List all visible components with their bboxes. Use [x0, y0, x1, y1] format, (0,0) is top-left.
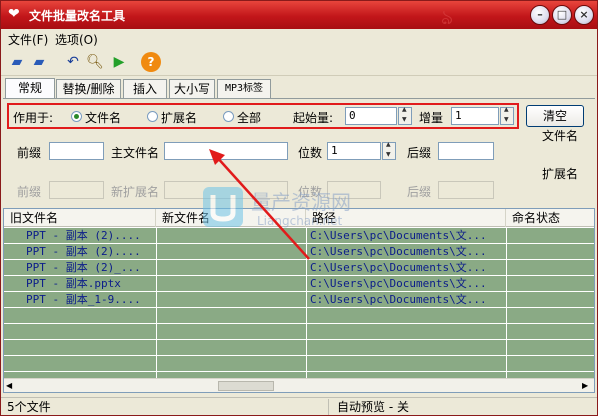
title-bar[interactable]: ❤ 文件批量改名工具 ঌ – □ × — [1, 1, 597, 29]
radio-extension[interactable] — [147, 111, 158, 122]
table-cell-path: C:\Users\pc\Documents\文... — [310, 229, 487, 242]
col-status[interactable]: 命名状态 — [506, 209, 594, 227]
tab-replace-delete[interactable]: 替换/删除 — [56, 79, 121, 99]
app-window: ❤ 文件批量改名工具 ঌ – □ × 文件(F) 选项(O) ▰ ▰ ↶ 🔍︎ … — [0, 0, 598, 416]
digits-input[interactable]: 1 — [327, 142, 381, 160]
step-label: 增量 — [419, 111, 444, 125]
table-cell-old: PPT - 副本 (2).... — [26, 245, 141, 258]
suffix-input[interactable] — [438, 142, 494, 160]
annotation-arrow — [209, 149, 310, 260]
table-row[interactable] — [4, 340, 594, 356]
table-cell-old: PPT - 副本 (2).... — [26, 229, 141, 242]
tab-strip: 常规 替换/删除 插入 大小写 MP3标签 — [1, 78, 597, 99]
undo-icon[interactable]: ↶ — [63, 52, 83, 72]
maximize-button[interactable]: □ — [552, 5, 572, 25]
open-files-icon[interactable]: ▰ — [29, 52, 49, 72]
toolbar: ▰ ▰ ↶ 🔍︎ ▶ ? — [1, 48, 597, 76]
table-cell-old: PPT - 副本_1-9.... — [26, 293, 141, 306]
radio-extension-label[interactable]: 扩展名 — [161, 109, 197, 126]
table-cell-path: C:\Users\pc\Documents\文... — [310, 293, 487, 306]
ext-prefix-label: 前缀 — [17, 185, 42, 199]
close-button[interactable]: × — [574, 5, 594, 25]
table-row[interactable]: PPT - 副本_1-9.... C:\Users\pc\Documents\文.… — [4, 292, 594, 308]
table-cell-path: C:\Users\pc\Documents\文... — [310, 245, 487, 258]
start-value-input[interactable]: 0 — [345, 107, 397, 125]
tab-mp3-tags[interactable]: MP3标签 — [217, 79, 271, 99]
menu-file[interactable]: 文件(F) — [8, 31, 48, 48]
start-value-label: 起始量: — [293, 111, 334, 125]
radio-all[interactable] — [223, 111, 234, 122]
minimize-button[interactable]: – — [530, 5, 550, 25]
run-icon[interactable]: ▶ — [109, 52, 129, 72]
new-ext-label: 新扩展名 — [111, 185, 160, 199]
clear-button[interactable]: 清空 — [526, 105, 584, 127]
prefix-input[interactable] — [49, 142, 104, 160]
table-row[interactable] — [4, 324, 594, 340]
search-icon[interactable]: 🔍︎ — [85, 52, 105, 72]
tab-general[interactable]: 常规 — [5, 78, 55, 99]
digits-spinner[interactable] — [382, 141, 396, 160]
status-bar: 5个文件 自动预览 - 关 — [1, 397, 597, 415]
start-value-spinner[interactable] — [398, 106, 412, 125]
step-input[interactable]: 1 — [451, 107, 499, 125]
heart-icon: ❤ — [8, 6, 20, 22]
table-cell-path: C:\Users\pc\Documents\文... — [310, 261, 487, 274]
radio-filename[interactable] — [71, 111, 82, 122]
radio-filename-label[interactable]: 文件名 — [85, 109, 121, 126]
scroll-thumb[interactable] — [218, 381, 274, 391]
table-row[interactable]: PPT - 副本.pptx C:\Users\pc\Documents\文... — [4, 276, 594, 292]
open-folder-icon[interactable]: ▰ — [7, 52, 27, 72]
window-title: 文件批量改名工具 — [29, 9, 126, 23]
table-row[interactable] — [4, 356, 594, 372]
tab-insert[interactable]: 插入 — [123, 79, 167, 99]
step-spinner[interactable] — [500, 106, 514, 125]
menu-options[interactable]: 选项(O) — [55, 31, 98, 48]
group-extension-label: 扩展名 — [542, 167, 579, 181]
apply-to-label: 作用于: — [13, 111, 54, 125]
menu-bar: 文件(F) 选项(O) — [1, 29, 597, 47]
prefix-label: 前缀 — [17, 146, 42, 160]
ext-prefix-input — [49, 181, 104, 199]
help-icon[interactable]: ? — [141, 52, 161, 72]
main-name-label: 主文件名 — [111, 146, 160, 160]
radio-all-label[interactable]: 全部 — [237, 109, 261, 126]
table-cell-old: PPT - 副本 (2)_... — [26, 261, 141, 274]
suffix-label: 后缀 — [407, 146, 432, 160]
status-file-count: 5个文件 — [3, 399, 329, 415]
scroll-left-icon[interactable]: ◀ — [6, 381, 12, 390]
tab-case[interactable]: 大小写 — [169, 79, 215, 99]
table-row[interactable] — [4, 308, 594, 324]
ext-suffix-input — [438, 181, 494, 199]
scroll-right-icon[interactable]: ▶ — [582, 381, 588, 390]
status-preview: 自动预览 - 关 — [337, 400, 409, 414]
horizontal-scrollbar[interactable]: ◀ ▶ — [4, 378, 594, 392]
table-cell-old: PPT - 副本.pptx — [26, 277, 121, 290]
col-old-name[interactable]: 旧文件名 — [4, 209, 156, 227]
table-cell-path: C:\Users\pc\Documents\文... — [310, 277, 487, 290]
group-filename-label: 文件名 — [542, 129, 579, 143]
